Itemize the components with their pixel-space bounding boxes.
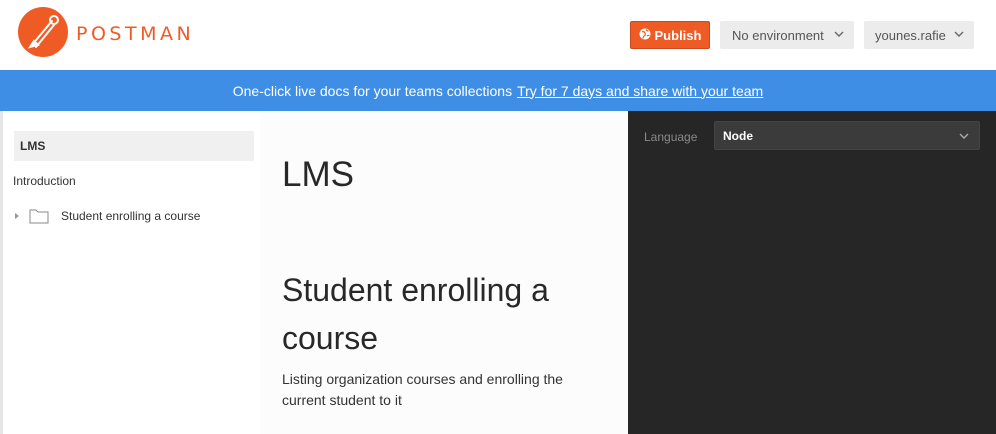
language-select[interactable]: Node [714, 121, 980, 150]
chevron-down-icon [954, 31, 964, 37]
sidebar: LMS Introduction Student enrolling a cou… [3, 111, 260, 434]
environment-select[interactable]: No environment [720, 21, 854, 49]
publish-button[interactable]: Publish [630, 21, 710, 49]
chevron-down-icon [959, 133, 969, 139]
brand-name: POSTMAN [76, 23, 195, 45]
sidebar-item-lms[interactable]: LMS [14, 131, 254, 161]
postman-logo-icon[interactable] [18, 7, 68, 57]
user-menu[interactable]: younes.rafie [864, 21, 974, 49]
sidebar-item-label: Student enrolling a course [61, 209, 201, 223]
section-title: Student enrolling a course [282, 272, 549, 356]
user-name: younes.rafie [875, 27, 946, 43]
sidebar-item-label: LMS [20, 139, 46, 153]
trial-link[interactable]: Try for 7 days and share with your team [517, 83, 763, 99]
documentation-content: LMS Student enrolling a course Listing o… [260, 111, 628, 434]
section-description: Listing organization courses and enrolli… [282, 371, 563, 408]
sidebar-item-folder[interactable]: Student enrolling a course [13, 205, 200, 227]
language-value: Node [723, 128, 753, 143]
language-label: Language [644, 130, 698, 144]
promo-banner: One-click live docs for your teams colle… [0, 70, 996, 111]
page-title: LMS [282, 155, 354, 194]
code-panel: Language Node [628, 111, 996, 434]
environment-value: No environment [732, 27, 824, 43]
header: POSTMAN Publish No environment younes.ra… [0, 0, 996, 70]
chevron-down-icon [834, 31, 844, 37]
banner-text: One-click live docs for your teams colle… [232, 82, 513, 99]
sidebar-item-introduction[interactable]: Introduction [13, 174, 76, 188]
globe-icon [639, 28, 651, 43]
publish-label: Publish [654, 27, 702, 43]
caret-right-icon[interactable] [13, 212, 21, 220]
folder-icon [29, 209, 49, 224]
